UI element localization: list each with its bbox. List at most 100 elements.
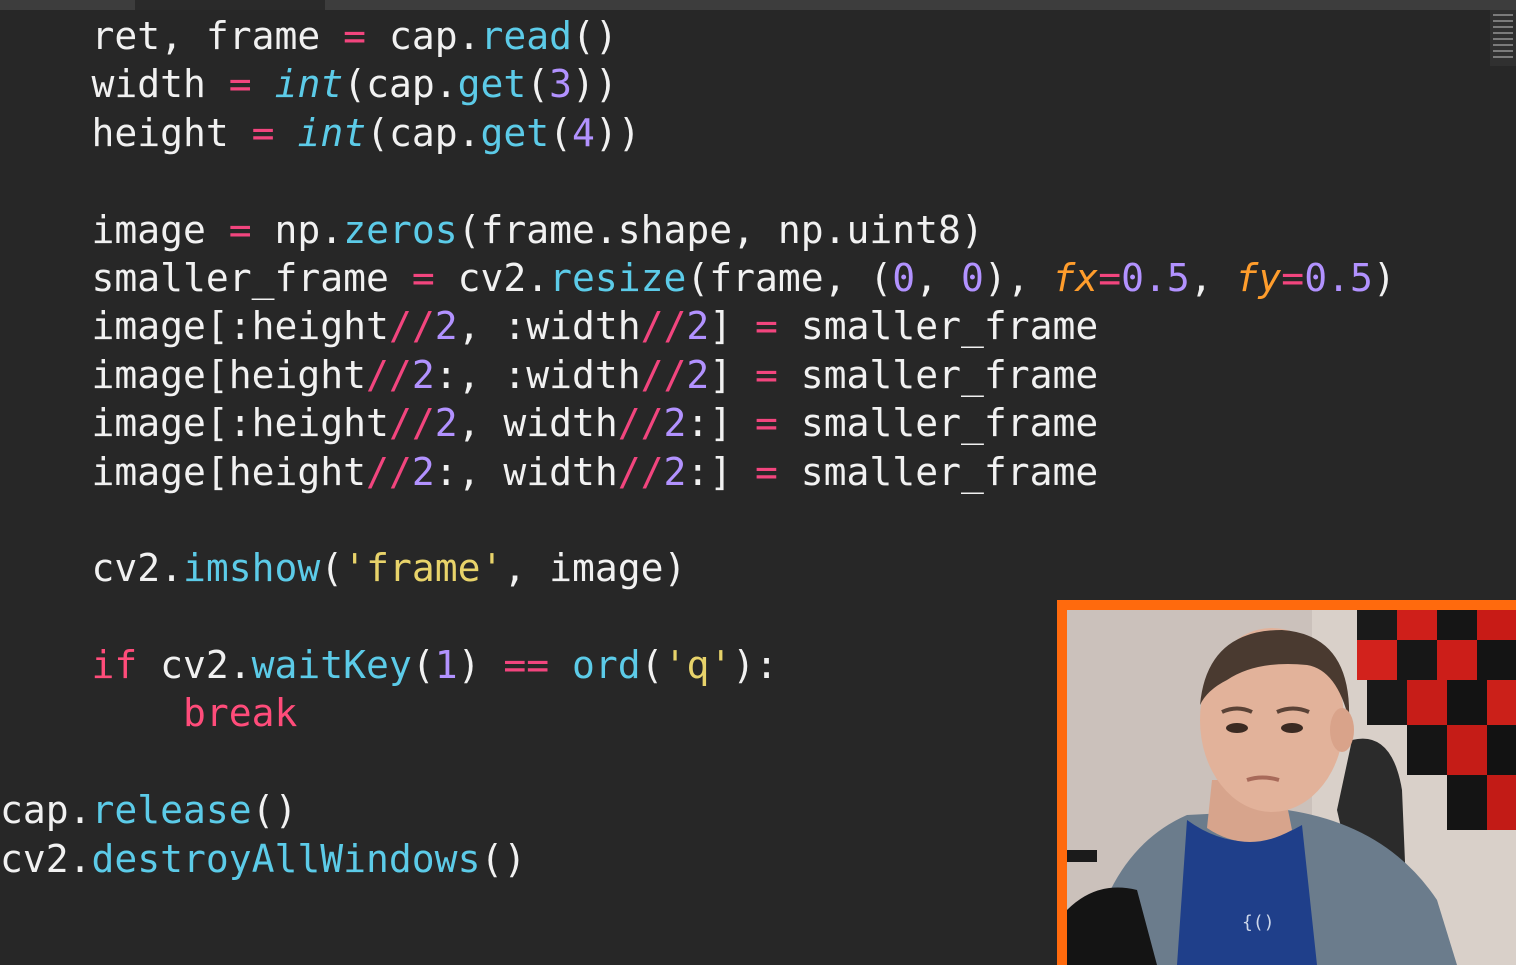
code-token: , bbox=[1189, 255, 1236, 300]
code-token: // bbox=[388, 304, 435, 349]
code-token: // bbox=[617, 449, 664, 494]
person-image: {() bbox=[1067, 610, 1516, 965]
code-token: ( bbox=[640, 643, 664, 688]
code-token: 2 bbox=[434, 401, 458, 446]
code-token: ) bbox=[1372, 255, 1396, 300]
code-token: image[:height bbox=[0, 401, 389, 446]
code-token: 'q' bbox=[663, 643, 733, 688]
code-token: resize bbox=[549, 255, 687, 300]
code-token: 0.5 bbox=[1121, 255, 1190, 300]
code-token: ): bbox=[732, 643, 778, 688]
code-token: image[:height bbox=[0, 304, 389, 349]
code-token: 2 bbox=[686, 352, 710, 397]
code-token: = bbox=[251, 110, 275, 155]
code-token: 2 bbox=[411, 352, 435, 397]
code-token: (frame.shape, np.uint8) bbox=[457, 207, 984, 252]
code-token: if bbox=[91, 643, 138, 688]
editor-tab-bar bbox=[0, 0, 1516, 10]
code-token: smaller_frame bbox=[777, 449, 1099, 494]
code-token: 'frame' bbox=[343, 546, 504, 591]
code-line[interactable]: image[height//2:, width//2:] = smaller_f… bbox=[0, 448, 1396, 496]
code-line[interactable] bbox=[0, 496, 1396, 544]
code-token: ( bbox=[320, 546, 344, 591]
svg-text:{(): {() bbox=[1242, 912, 1275, 933]
code-token: = bbox=[755, 352, 778, 397]
code-token: , bbox=[915, 255, 961, 300]
code-line[interactable]: ret, frame = cap.read() bbox=[0, 12, 1396, 60]
code-token: smaller_frame bbox=[777, 352, 1099, 397]
code-token: ( bbox=[549, 110, 573, 155]
code-line[interactable]: smaller_frame = cv2.resize(frame, (0, 0)… bbox=[0, 254, 1396, 302]
code-token: () bbox=[480, 836, 527, 881]
code-token: , width bbox=[457, 401, 618, 446]
code-token: get bbox=[480, 110, 550, 155]
code-token: ] bbox=[709, 352, 756, 397]
code-token: destroyAllWindows bbox=[91, 836, 481, 881]
code-token: get bbox=[457, 62, 527, 107]
code-token: cv2. bbox=[434, 255, 550, 300]
code-token: 4 bbox=[572, 110, 595, 155]
code-token: fx bbox=[1052, 255, 1099, 300]
code-token: :] bbox=[686, 449, 756, 494]
code-token: width bbox=[0, 62, 229, 107]
code-token: int bbox=[297, 110, 367, 155]
code-token: 2 bbox=[434, 304, 458, 349]
code-line[interactable]: width = int(cap.get(3)) bbox=[0, 60, 1396, 108]
code-token: = bbox=[755, 449, 778, 494]
code-token: = bbox=[228, 207, 252, 252]
code-token: np. bbox=[251, 207, 344, 252]
code-line[interactable]: cv2.imshow('frame', image) bbox=[0, 544, 1396, 592]
code-token: smaller_frame bbox=[777, 304, 1099, 349]
code-line[interactable]: image[:height//2, :width//2] = smaller_f… bbox=[0, 302, 1396, 350]
code-token: // bbox=[640, 304, 687, 349]
code-token: 1 bbox=[434, 643, 458, 688]
code-line[interactable]: image[:height//2, width//2:] = smaller_f… bbox=[0, 399, 1396, 447]
code-token: :] bbox=[686, 401, 756, 446]
code-token: 2 bbox=[663, 401, 687, 446]
code-token: height bbox=[0, 110, 252, 155]
editor-tab[interactable] bbox=[135, 0, 325, 10]
code-token: cap. bbox=[366, 14, 481, 58]
code-token: image bbox=[0, 207, 229, 252]
code-token: :, :width bbox=[434, 352, 641, 397]
code-token: )) bbox=[572, 62, 618, 107]
code-token: ( bbox=[411, 643, 435, 688]
code-token: // bbox=[640, 352, 687, 397]
code-token: // bbox=[617, 401, 664, 446]
code-token: () bbox=[571, 14, 618, 58]
code-line[interactable] bbox=[0, 157, 1396, 205]
code-line[interactable]: image[height//2:, :width//2] = smaller_f… bbox=[0, 351, 1396, 399]
code-token: smaller_frame bbox=[0, 255, 412, 300]
code-token: , :width bbox=[457, 304, 641, 349]
code-token: // bbox=[366, 352, 412, 397]
code-line[interactable]: image = np.zeros(frame.shape, np.uint8) bbox=[0, 206, 1396, 254]
editor-minimap[interactable] bbox=[1490, 10, 1516, 66]
code-token: ret, frame bbox=[0, 14, 344, 58]
code-token: break bbox=[183, 691, 298, 736]
code-token: waitKey bbox=[251, 643, 412, 688]
code-token: ) bbox=[457, 643, 504, 688]
code-token: ] bbox=[709, 304, 756, 349]
code-token: == bbox=[503, 643, 550, 688]
code-token: ( bbox=[526, 62, 550, 107]
code-token: (frame, ( bbox=[686, 255, 893, 300]
code-token: 0 bbox=[892, 255, 916, 300]
code-token: = bbox=[1098, 255, 1122, 300]
code-token: :, width bbox=[434, 449, 618, 494]
code-line[interactable]: height = int(cap.get(4)) bbox=[0, 109, 1396, 157]
code-token: 2 bbox=[686, 304, 710, 349]
code-token: cv2. bbox=[0, 836, 92, 881]
code-token: smaller_frame bbox=[777, 401, 1099, 446]
code-token: = bbox=[228, 62, 252, 107]
code-token: 3 bbox=[549, 62, 573, 107]
code-token: // bbox=[388, 401, 435, 446]
code-token: cv2. bbox=[0, 546, 184, 591]
code-token: (cap. bbox=[366, 110, 481, 155]
code-token: read bbox=[480, 14, 572, 58]
code-token: cap. bbox=[0, 788, 92, 833]
code-token: 0 bbox=[960, 255, 984, 300]
code-token: imshow bbox=[183, 546, 321, 591]
